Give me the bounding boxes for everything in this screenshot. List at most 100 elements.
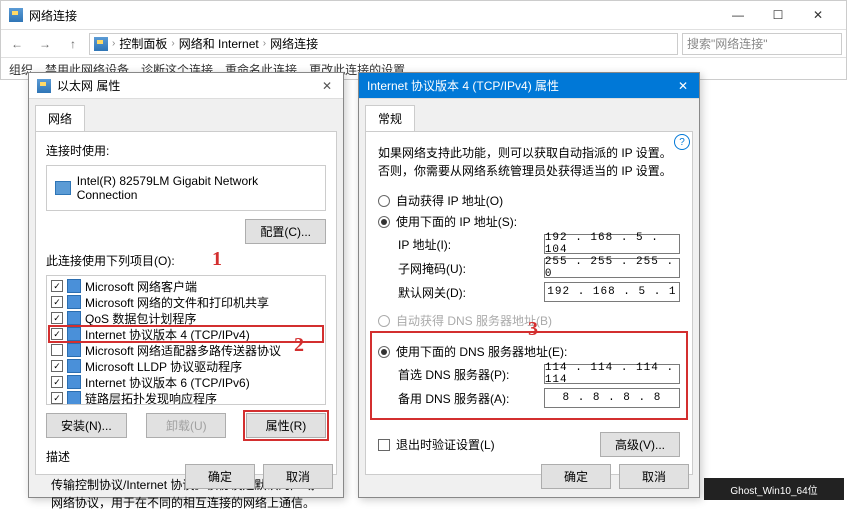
- protocol-item[interactable]: ✓ Internet 协议版本 4 (TCP/IPv4): [49, 326, 323, 342]
- adapter-box: Intel(R) 82579LM Gigabit Network Connect…: [46, 165, 326, 211]
- checkbox-icon[interactable]: ✓: [51, 312, 63, 324]
- protocol-icon: [67, 279, 81, 293]
- explorer-window: 网络连接 — ☐ ✕ ← → ↑ › 控制面板› 网络和 Internet› 网…: [0, 0, 847, 80]
- taskbar-fragment: Ghost_Win10_64位: [704, 478, 844, 500]
- dns1-input[interactable]: 114 . 114 . 114 . 114: [544, 364, 680, 384]
- protocol-icon: [67, 311, 81, 325]
- tab-panel: 连接时使用: Intel(R) 82579LM Gigabit Network …: [35, 131, 337, 475]
- protocol-label: Internet 协议版本 6 (TCP/IPv6): [85, 374, 250, 391]
- maximize-button[interactable]: ☐: [758, 1, 798, 29]
- info-text: 如果网络支持此功能，则可以获取自动指派的 IP 设置。否则，你需要从网络系统管理…: [378, 144, 680, 180]
- connect-using-label: 连接时使用:: [46, 142, 326, 159]
- tab-panel: ? 如果网络支持此功能，则可以获取自动指派的 IP 设置。否则，你需要从网络系统…: [365, 131, 693, 475]
- protocol-listbox[interactable]: ✓ Microsoft 网络客户端 ✓ Microsoft 网络的文件和打印机共享 ✓ Q…: [46, 275, 326, 405]
- breadcrumb-item[interactable]: 控制面板: [119, 35, 167, 52]
- close-icon[interactable]: ✕: [319, 78, 335, 94]
- protocol-item[interactable]: ✓ Microsoft LLDP 协议驱动程序: [49, 358, 323, 374]
- close-icon[interactable]: ✕: [675, 78, 691, 94]
- radio-manual-dns[interactable]: 使用下面的 DNS 服务器地址(E):: [378, 343, 680, 360]
- checkbox-icon[interactable]: ✓: [51, 376, 63, 388]
- close-button[interactable]: ✕: [798, 1, 838, 29]
- window-controls: — ☐ ✕: [718, 1, 838, 29]
- protocol-item[interactable]: ✓ Internet 协议版本 6 (TCP/IPv6): [49, 374, 323, 390]
- properties-button[interactable]: 属性(R): [246, 413, 326, 438]
- checkbox-icon[interactable]: ✓: [51, 328, 63, 340]
- configure-button[interactable]: 配置(C)...: [245, 219, 326, 244]
- items-label: 此连接使用下列项目(O):: [46, 252, 326, 269]
- breadcrumb-item[interactable]: 网络和 Internet: [179, 35, 259, 52]
- explorer-title: 网络连接: [29, 7, 77, 24]
- radio-manual-ip[interactable]: 使用下面的 IP 地址(S):: [378, 213, 680, 230]
- checkbox-icon[interactable]: ✓: [51, 296, 63, 308]
- protocol-label: Microsoft 网络客户端: [85, 278, 197, 295]
- mask-input[interactable]: 255 . 255 . 255 . 0: [544, 258, 680, 278]
- dialog-titlebar: Internet 协议版本 4 (TCP/IPv4) 属性 ✕: [359, 73, 699, 99]
- validate-checkbox[interactable]: 退出时验证设置(L): [378, 436, 495, 453]
- annotation-2: 2: [294, 334, 304, 357]
- protocol-icon: [67, 375, 81, 389]
- explorer-addressbar: ← → ↑ › 控制面板› 网络和 Internet› 网络连接 搜索"网络连接…: [1, 29, 846, 57]
- description-label: 描述: [46, 448, 326, 465]
- dialog-title: Internet 协议版本 4 (TCP/IPv4) 属性: [367, 77, 559, 94]
- minimize-button[interactable]: —: [718, 1, 758, 29]
- protocol-item[interactable]: ✓链路层拓扑发现响应程序: [49, 390, 323, 405]
- help-icon[interactable]: ?: [674, 134, 690, 150]
- gateway-input[interactable]: 192 . 168 . 5 . 1: [544, 282, 680, 302]
- dns1-label: 首选 DNS 服务器(P):: [398, 366, 544, 383]
- gateway-label: 默认网关(D):: [398, 284, 544, 301]
- tab-strip: 网络: [29, 99, 343, 131]
- protocol-item[interactable]: ✓ Microsoft 网络的文件和打印机共享: [49, 294, 323, 310]
- annotation-3: 3: [528, 318, 538, 341]
- nav-back-icon[interactable]: ←: [5, 32, 29, 56]
- ethernet-icon: [37, 79, 51, 93]
- checkbox-icon[interactable]: ✓: [51, 360, 63, 372]
- protocol-item[interactable]: Microsoft 网络适配器多路传送器协议: [49, 342, 323, 358]
- nav-up-icon[interactable]: ↑: [61, 32, 85, 56]
- ip-input[interactable]: 192 . 168 . 5 . 104: [544, 234, 680, 254]
- nav-forward-icon[interactable]: →: [33, 32, 57, 56]
- checkbox-icon[interactable]: ✓: [51, 280, 63, 292]
- protocol-icon: [67, 343, 81, 357]
- explorer-titlebar: 网络连接 — ☐ ✕: [1, 1, 846, 29]
- adapter-name: Intel(R) 82579LM Gigabit Network Connect…: [77, 174, 317, 202]
- protocol-icon: [67, 327, 81, 341]
- radio-auto-ip[interactable]: 自动获得 IP 地址(O): [378, 192, 680, 209]
- protocol-label: Microsoft 网络的文件和打印机共享: [85, 294, 269, 311]
- protocol-icon: [67, 359, 81, 373]
- protocol-item[interactable]: ✓ Microsoft 网络客户端: [49, 278, 323, 294]
- tab-network[interactable]: 网络: [35, 105, 85, 131]
- breadcrumb-item[interactable]: 网络连接: [270, 35, 318, 52]
- dns2-label: 备用 DNS 服务器(A):: [398, 390, 544, 407]
- install-button[interactable]: 安装(N)...: [46, 413, 127, 438]
- breadcrumb-icon: [94, 37, 108, 51]
- ok-button[interactable]: 确定: [185, 464, 255, 489]
- dialog-title: 以太网 属性: [57, 77, 120, 94]
- tab-general[interactable]: 常规: [365, 105, 415, 131]
- ok-button[interactable]: 确定: [541, 464, 611, 489]
- network-folder-icon: [9, 8, 23, 22]
- protocol-icon: [67, 295, 81, 309]
- protocol-item[interactable]: ✓ QoS 数据包计划程序: [49, 310, 323, 326]
- annotation-1: 1: [212, 248, 222, 271]
- protocol-icon: [67, 391, 81, 405]
- dialog-titlebar: 以太网 属性 ✕: [29, 73, 343, 99]
- checkbox-icon[interactable]: [51, 344, 63, 356]
- tab-strip: 常规: [359, 99, 699, 131]
- nic-icon: [55, 181, 71, 195]
- advanced-button[interactable]: 高级(V)...: [600, 432, 680, 457]
- dns2-input[interactable]: 8 . 8 . 8 . 8: [544, 388, 680, 408]
- ip-label: IP 地址(I):: [398, 236, 544, 253]
- search-input[interactable]: 搜索"网络连接": [682, 33, 842, 55]
- cancel-button[interactable]: 取消: [263, 464, 333, 489]
- checkbox-icon[interactable]: ✓: [51, 392, 63, 404]
- ipv4-properties-dialog: Internet 协议版本 4 (TCP/IPv4) 属性 ✕ 常规 ? 如果网…: [358, 72, 700, 498]
- ethernet-properties-dialog: 以太网 属性 ✕ 网络 连接时使用: Intel(R) 82579LM Giga…: [28, 72, 344, 498]
- mask-label: 子网掩码(U):: [398, 260, 544, 277]
- protocol-label: QoS 数据包计划程序: [85, 310, 196, 327]
- breadcrumb[interactable]: › 控制面板› 网络和 Internet› 网络连接: [89, 33, 678, 55]
- uninstall-button[interactable]: 卸载(U): [146, 413, 226, 438]
- protocol-label: Internet 协议版本 4 (TCP/IPv4): [85, 326, 250, 343]
- cancel-button[interactable]: 取消: [619, 464, 689, 489]
- protocol-label: Microsoft 网络适配器多路传送器协议: [85, 342, 281, 359]
- protocol-label: Microsoft LLDP 协议驱动程序: [85, 358, 242, 375]
